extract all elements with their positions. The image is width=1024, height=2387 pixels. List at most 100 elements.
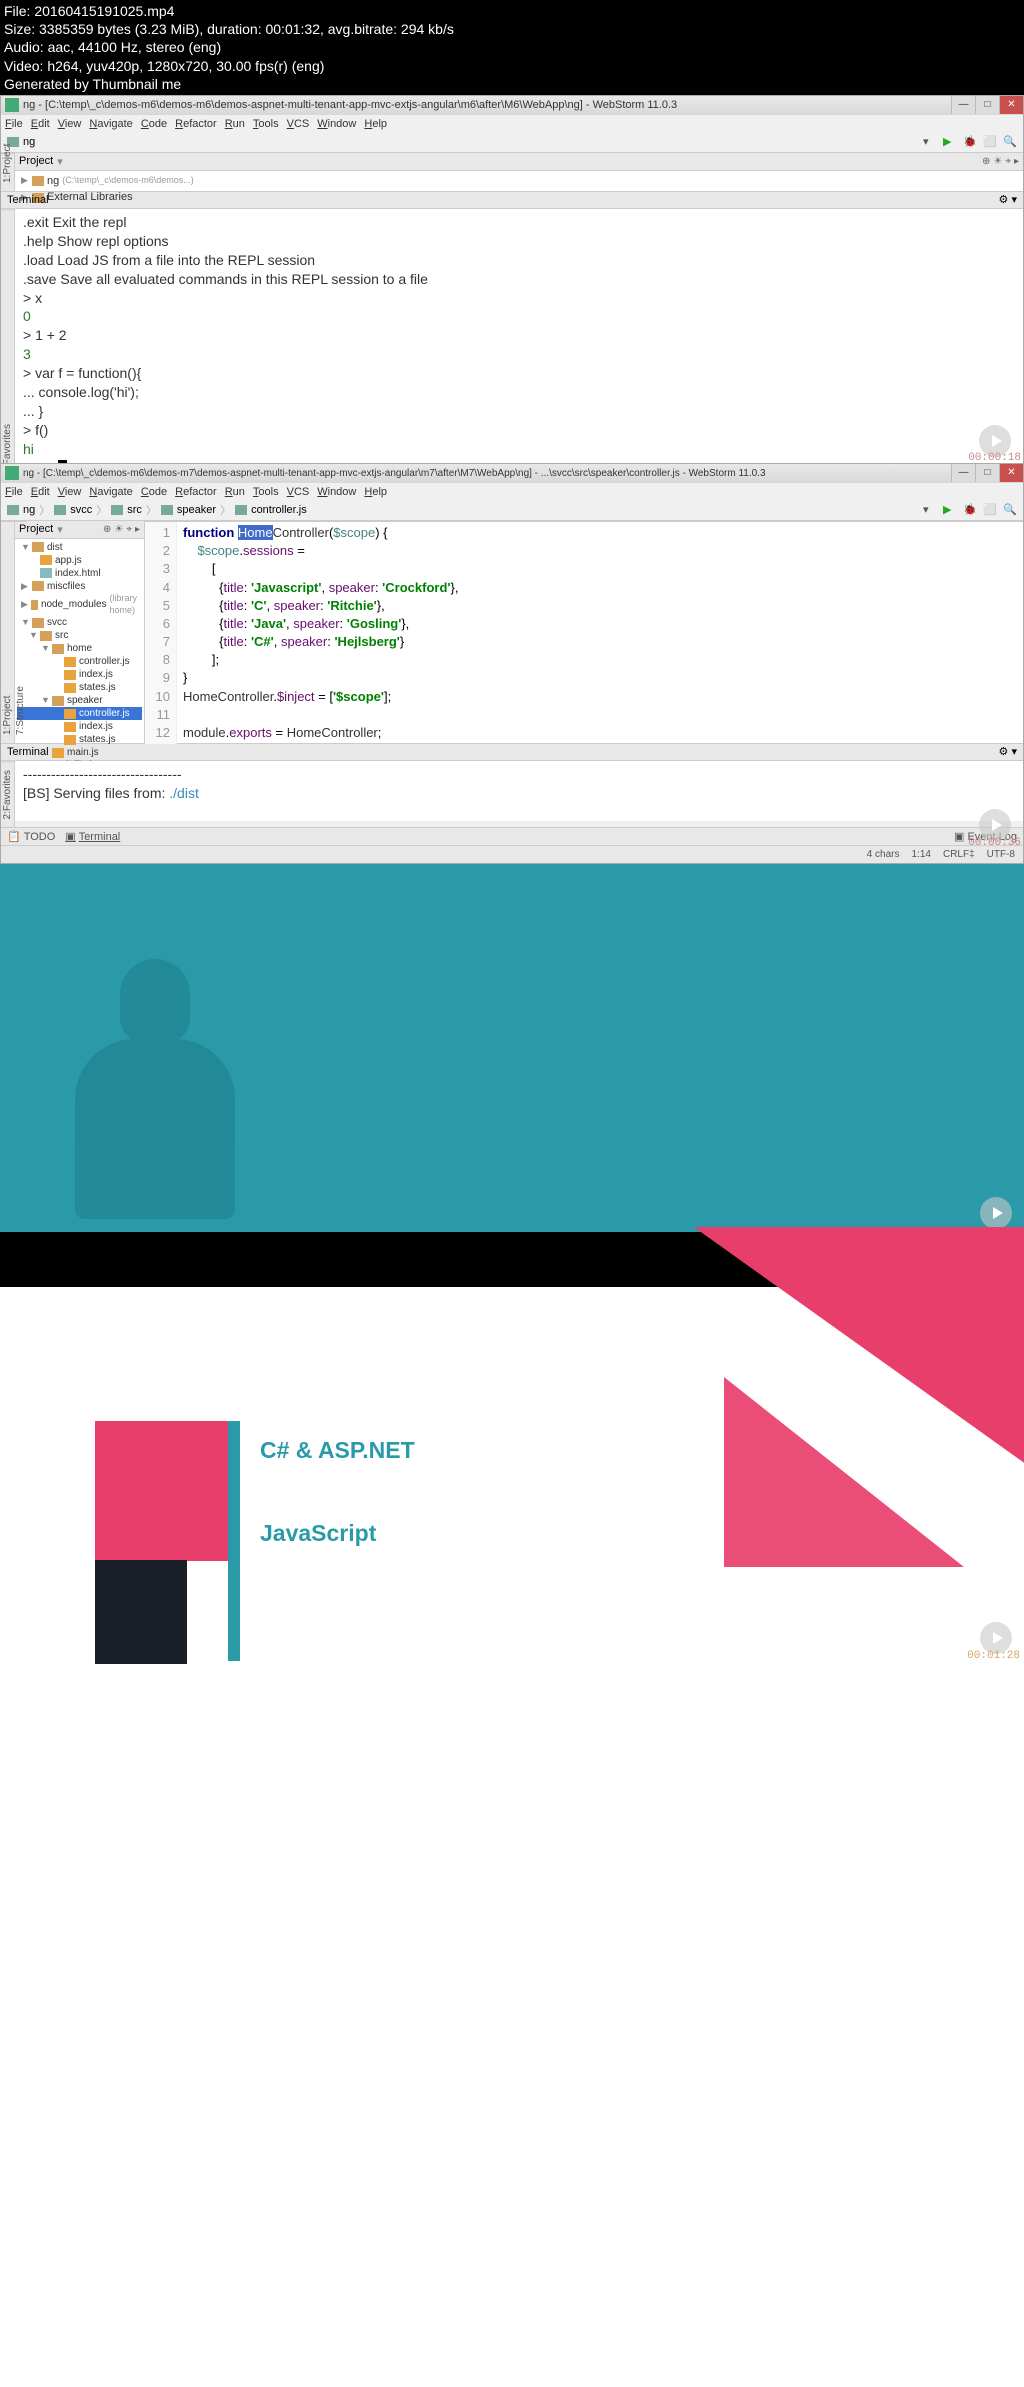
block-pink — [95, 1421, 230, 1561]
dropdown-icon[interactable]: ▾ — [923, 503, 937, 517]
terminal-body[interactable]: .exit Exit the repl.help Show repl optio… — [15, 209, 1023, 481]
menu-window[interactable]: Window — [317, 486, 356, 498]
favorites-tab[interactable]: 2:Favorites — [1, 209, 14, 481]
code-editor[interactable]: 123456789101112 function HomeController(… — [145, 522, 1023, 744]
stop-icon[interactable]: ⬜ — [983, 135, 997, 149]
close-button[interactable]: ✕ — [999, 464, 1023, 482]
menu-vcs[interactable]: VCS — [287, 486, 310, 498]
menu-edit[interactable]: Edit — [31, 118, 50, 130]
play-button-overlay[interactable] — [980, 1197, 1012, 1229]
run-icon[interactable]: ▶ — [943, 135, 957, 149]
terminal-label: Terminal — [7, 194, 49, 206]
menu-refactor[interactable]: Refactor — [175, 118, 217, 130]
tree-item[interactable]: ▼src — [17, 629, 142, 642]
menu-file[interactable]: File — [5, 118, 23, 130]
tree-item[interactable]: index.js — [17, 668, 142, 681]
menu-view[interactable]: View — [58, 118, 82, 130]
structure-tab[interactable]: 7:Structure — [14, 521, 27, 743]
terminal-tab[interactable]: ▣ Terminal — [65, 830, 120, 843]
search-icon[interactable]: 🔍 — [1003, 135, 1017, 149]
menu-window[interactable]: Window — [317, 118, 356, 130]
tree-item[interactable]: index.html — [17, 567, 142, 580]
folder-icon — [161, 505, 173, 515]
bottom-tabs: 📋 TODO ▣ Terminal ▣ Event Log — [1, 827, 1023, 845]
tree-item[interactable]: ▶External Libraries — [17, 189, 1021, 206]
menu-run[interactable]: Run — [225, 486, 245, 498]
run-icon[interactable]: ▶ — [943, 503, 957, 517]
crumb[interactable]: speaker — [177, 504, 216, 516]
line-gutter: 123456789101112 — [145, 522, 177, 744]
menu-vcs[interactable]: VCS — [287, 118, 310, 130]
menu-view[interactable]: View — [58, 486, 82, 498]
tree-item[interactable]: ▼svcc — [17, 616, 142, 629]
hide-icon[interactable]: ▸ — [1014, 156, 1019, 167]
target-icon[interactable]: ⌖ — [126, 524, 132, 535]
gear-icon[interactable]: ⚙ — [999, 746, 1009, 758]
maximize-button[interactable]: □ — [975, 96, 999, 114]
menu-refactor[interactable]: Refactor — [175, 486, 217, 498]
stop-icon[interactable]: ⬜ — [983, 503, 997, 517]
tree-item[interactable]: ▶node_modules (library home) — [17, 593, 142, 616]
settings-icon[interactable]: ☀ — [114, 524, 123, 535]
ide-window-2: ng - [C:\temp\_c\demos-m6\demos-m7\demos… — [0, 463, 1024, 864]
close-button[interactable]: ✕ — [999, 96, 1023, 114]
project-tab[interactable]: 1:Project — [1, 521, 14, 743]
tree-item[interactable]: ▶miscfiles — [17, 580, 142, 593]
menu-navigate[interactable]: Navigate — [89, 118, 132, 130]
maximize-button[interactable]: □ — [975, 464, 999, 482]
menu-navigate[interactable]: Navigate — [89, 486, 132, 498]
menu-edit[interactable]: Edit — [31, 486, 50, 498]
left-gutter: 1:Project 7:Structure — [1, 521, 15, 743]
menu-help[interactable]: Help — [364, 486, 387, 498]
dropdown-icon[interactable]: ▾ — [923, 135, 937, 149]
menu-file[interactable]: File — [5, 486, 23, 498]
collapse-icon[interactable]: ⊕ — [103, 524, 111, 535]
tree-item[interactable]: controller.js — [17, 707, 142, 720]
code-lines[interactable]: function HomeController($scope) { $scope… — [177, 522, 1023, 744]
tree-item[interactable]: app.js — [17, 554, 142, 567]
terminal-header: Terminal ⚙ ▾ — [1, 743, 1023, 761]
minimize-panel-icon[interactable]: ▾ — [1011, 194, 1017, 206]
terminal-body[interactable]: ----------------------------------[BS] S… — [15, 761, 1023, 821]
menu-tools[interactable]: Tools — [253, 486, 279, 498]
crumb[interactable]: ng — [23, 504, 35, 516]
menu-code[interactable]: Code — [141, 486, 167, 498]
titlebar: ng - [C:\temp\_c\demos-m6\demos-m7\demos… — [1, 464, 1023, 483]
hide-icon[interactable]: ▸ — [135, 524, 140, 535]
target-icon[interactable]: ⌖ — [1005, 156, 1011, 167]
minimize-button[interactable]: — — [951, 96, 975, 114]
gear-icon[interactable]: ⚙ — [999, 194, 1009, 206]
menu-help[interactable]: Help — [364, 118, 387, 130]
minimize-button[interactable]: — — [951, 464, 975, 482]
debug-icon[interactable]: 🐞 — [963, 503, 977, 517]
tree-item[interactable]: controller.js — [17, 655, 142, 668]
menu-run[interactable]: Run — [225, 118, 245, 130]
menu-tools[interactable]: Tools — [253, 118, 279, 130]
left-gutter: 1:Project — [1, 153, 15, 191]
settings-icon[interactable]: ☀ — [993, 156, 1002, 167]
favorites-tab[interactable]: 2:Favorites — [1, 761, 14, 827]
crumb[interactable]: src — [127, 504, 142, 516]
tree-item[interactable]: states.js — [17, 681, 142, 694]
minimize-panel-icon[interactable]: ▾ — [1011, 746, 1017, 758]
tree-item[interactable]: ▼speaker — [17, 694, 142, 707]
collapse-icon[interactable]: ⊕ — [982, 156, 990, 167]
status-pos: 1:14 — [912, 849, 931, 860]
timestamp: 00:01:28 — [967, 1650, 1020, 1662]
menu-code[interactable]: Code — [141, 118, 167, 130]
tree-item[interactable]: ▼dist — [17, 541, 142, 554]
video-metadata: File: 20160415191025.mp4 Size: 3385359 b… — [0, 0, 1024, 95]
project-tab[interactable]: 1:Project — [1, 153, 14, 191]
tree-item[interactable]: ▶ng (C:\temp\_c\demos-m6\demos...) — [17, 173, 1021, 190]
terminal-label: Terminal — [7, 746, 49, 758]
folder-icon — [111, 505, 123, 515]
crumb[interactable]: controller.js — [251, 504, 307, 516]
tree-item[interactable]: states.js — [17, 733, 142, 746]
search-icon[interactable]: 🔍 — [1003, 503, 1017, 517]
crumb[interactable]: svcc — [70, 504, 92, 516]
todo-tab[interactable]: 📋 TODO — [7, 830, 55, 843]
tree-item[interactable]: index.js — [17, 720, 142, 733]
debug-icon[interactable]: 🐞 — [963, 135, 977, 149]
project-panel: Project ▾ ⊕ ☀ ⌖ ▸ ▼distapp.jsindex.html▶… — [15, 521, 145, 743]
tree-item[interactable]: ▼home — [17, 642, 142, 655]
